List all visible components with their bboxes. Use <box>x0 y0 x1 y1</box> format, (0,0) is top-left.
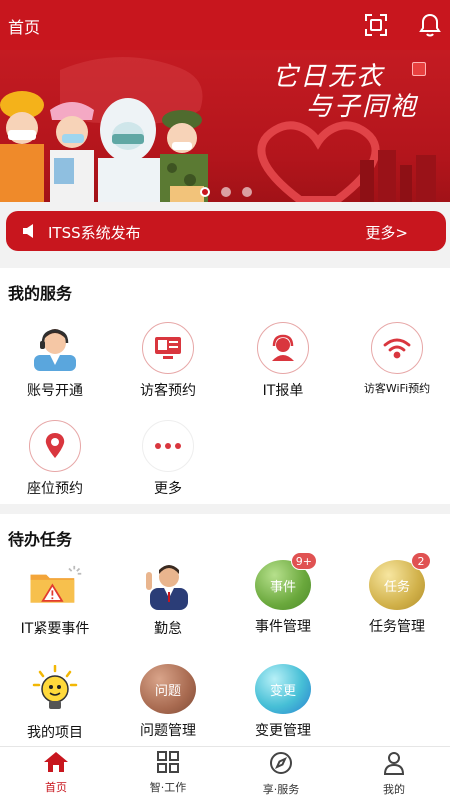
task-label: 我的项目 <box>27 725 83 741</box>
carousel-indicator <box>200 182 258 201</box>
ball-text: 任务 <box>383 579 410 595</box>
attendance-person-icon <box>140 560 196 612</box>
ball-text: 问题 <box>154 683 181 699</box>
carousel-dot[interactable] <box>221 187 232 197</box>
tab-label: 智·工作 <box>149 781 187 794</box>
service-label: 账号开通 <box>27 383 83 399</box>
more-dots-icon <box>142 420 194 472</box>
task-problem-management[interactable]: 问题 问题管理 <box>113 664 223 740</box>
count-badge: 2 <box>411 552 431 570</box>
compass-icon <box>270 752 292 774</box>
support-agent-icon <box>27 322 83 374</box>
tab-smart-work[interactable]: 智·工作 <box>112 751 224 795</box>
tab-enjoy-service[interactable]: 享·服务 <box>225 751 337 797</box>
banner-seal <box>412 62 426 76</box>
section-title: 我的服务 <box>8 284 73 303</box>
service-label: 访客预约 <box>140 383 196 399</box>
page-title: 首页 <box>8 18 41 37</box>
task-label: 事件管理 <box>255 619 311 635</box>
user-icon <box>383 752 405 775</box>
warning-folder-icon <box>27 560 83 612</box>
speaker-icon <box>23 224 33 238</box>
service-it-ticket[interactable]: IT报单 <box>228 322 338 400</box>
tab-label: 享·服务 <box>262 783 300 796</box>
service-account-opening[interactable]: 账号开通 <box>0 322 110 400</box>
visitor-monitor-icon <box>142 322 194 374</box>
bottom-tab-bar: 首页 智·工作 享·服务 我的 <box>0 746 450 800</box>
task-label: 变更管理 <box>255 723 311 739</box>
tab-home[interactable]: 首页 <box>0 751 112 795</box>
scan-icon[interactable] <box>364 13 388 37</box>
task-label: IT紧要事件 <box>20 621 90 637</box>
tab-label: 我的 <box>383 783 405 796</box>
service-more[interactable]: 更多 <box>113 420 223 498</box>
my-services-section: 我的服务 账号开通 访客预约 IT报单 访客WiFi预约 座位预约 更多 <box>0 268 450 504</box>
top-bar: 首页 <box>0 0 450 50</box>
incident-ball-icon: 事件 9+ <box>255 552 317 610</box>
ball-text: 事件 <box>269 579 296 595</box>
task-attendance[interactable]: 勤怠 <box>113 560 223 638</box>
task-label: 问题管理 <box>140 723 196 739</box>
section-title: 待办任务 <box>8 530 73 549</box>
task-my-projects[interactable]: 我的项目 <box>0 664 110 742</box>
grid-icon <box>157 751 179 773</box>
bell-icon[interactable] <box>418 12 442 38</box>
carousel-dot[interactable] <box>242 187 253 197</box>
service-label: IT报单 <box>262 383 304 399</box>
announcement-text[interactable]: ITSS系统发布 <box>48 222 141 243</box>
banner-slogan-line2: 与子同袍 <box>306 92 419 122</box>
task-it-urgent[interactable]: IT紧要事件 <box>0 560 110 638</box>
service-visitor-booking[interactable]: 访客预约 <box>113 322 223 400</box>
lightbulb-icon <box>27 664 83 716</box>
tab-mine[interactable]: 我的 <box>338 751 450 797</box>
task-incident-management[interactable]: 事件 9+ 事件管理 <box>228 552 338 636</box>
headset-operator-icon <box>257 322 309 374</box>
promo-banner[interactable]: 它日无衣 与子同袍 <box>0 50 450 202</box>
problem-ball-icon: 问题 <box>140 664 196 714</box>
task-label: 勤怠 <box>154 621 182 637</box>
carousel-dot[interactable] <box>200 187 210 197</box>
task-label: 任务管理 <box>369 619 425 635</box>
pending-tasks-section: 待办任务 IT紧要事件 勤怠 事件 9+ 事件管理 任务 2 任务管理 我的项目… <box>0 514 450 746</box>
more-link[interactable]: 更多> <box>365 222 408 243</box>
tab-label: 首页 <box>45 781 67 794</box>
service-seat-booking[interactable]: 座位预约 <box>0 420 110 498</box>
service-visitor-wifi[interactable]: 访客WiFi预约 <box>342 322 450 396</box>
location-pin-icon <box>29 420 81 472</box>
service-label: 更多 <box>154 481 182 497</box>
service-label: 访客WiFi预约 <box>363 382 431 395</box>
announcement-bar[interactable]: ITSS系统发布 更多> <box>6 211 446 251</box>
change-ball-icon: 变更 <box>255 664 311 714</box>
task-ball-icon: 任务 2 <box>369 552 431 610</box>
service-label: 座位预约 <box>27 481 83 497</box>
wifi-icon <box>371 322 423 374</box>
task-task-management[interactable]: 任务 2 任务管理 <box>342 552 450 636</box>
home-icon <box>44 752 68 772</box>
count-badge: 9+ <box>290 552 317 570</box>
task-change-management[interactable]: 变更 变更管理 <box>228 664 338 740</box>
ball-text: 变更 <box>269 683 296 699</box>
